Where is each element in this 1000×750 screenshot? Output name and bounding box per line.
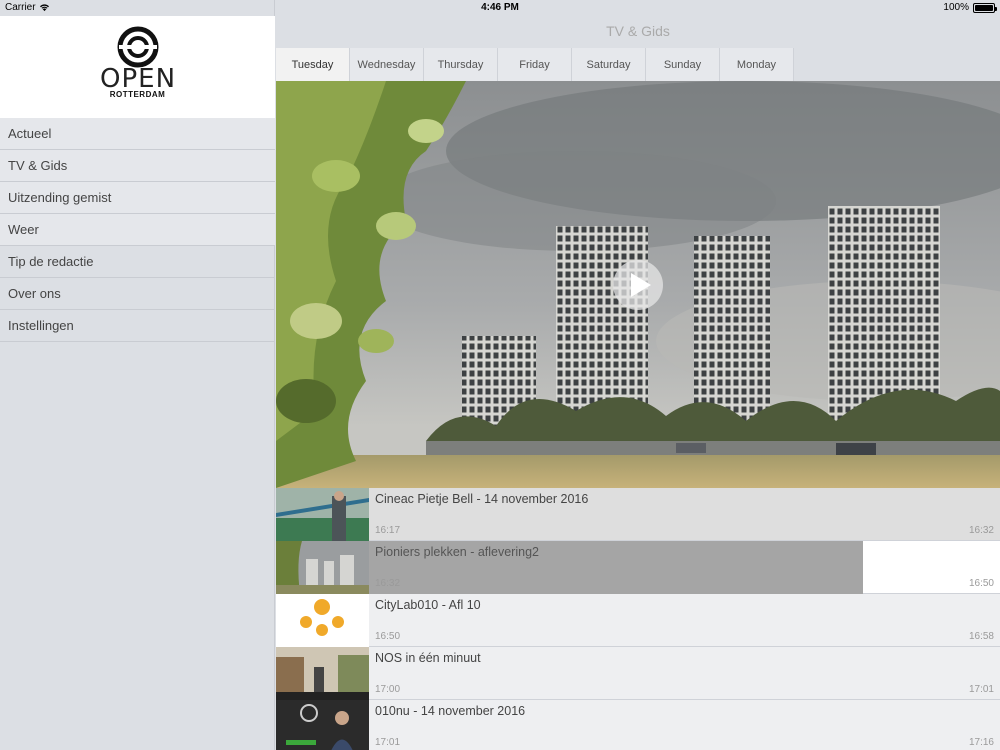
programme-title: Pioniers plekken - aflevering2	[375, 545, 539, 559]
play-icon	[630, 273, 651, 297]
page-title: TV & Gids	[276, 16, 1000, 48]
main-content: TV & Gids Tuesday Wednesday Thursday Fri…	[276, 0, 1000, 750]
programme-end-time: 16:50	[968, 578, 994, 589]
tab-wednesday[interactable]: Wednesday	[350, 48, 424, 81]
open-rotterdam-logo[interactable]: OPEN ROTTERDAM	[100, 26, 175, 106]
programme-thumbnail	[276, 488, 369, 541]
sidebar-menu: Actueel TV & Gids Uitzending gemist Weer…	[0, 118, 275, 342]
sidebar-item-instellingen[interactable]: Instellingen	[0, 310, 275, 342]
programme-end-time: 16:32	[968, 525, 994, 536]
programme-title: 010nu - 14 november 2016	[375, 704, 526, 718]
programme-end-time: 17:01	[968, 684, 994, 695]
logo-ring-icon	[117, 26, 158, 68]
sidebar: OPEN ROTTERDAM Actueel TV & Gids Uitzend…	[0, 0, 275, 750]
programme-end-time: 17:16	[968, 737, 994, 748]
programme-start-time: 17:01	[375, 737, 401, 748]
tab-friday[interactable]: Friday	[498, 48, 572, 81]
programme-list: Cineac Pietje Bell - 14 november 2016 16…	[276, 488, 1000, 750]
tab-monday[interactable]: Monday	[720, 48, 794, 81]
logo-area: OPEN ROTTERDAM	[0, 16, 275, 118]
programme-thumbnail	[276, 700, 369, 750]
sidebar-item-actueel[interactable]: Actueel	[0, 118, 275, 150]
logo-word: OPEN	[100, 64, 177, 94]
sidebar-item-tv-gids[interactable]: TV & Gids	[0, 150, 275, 182]
programme-start-time: 16:50	[375, 631, 401, 642]
sidebar-item-tip-de-redactie[interactable]: Tip de redactie	[0, 246, 275, 278]
programme-start-time: 16:17	[375, 525, 401, 536]
programme-thumbnail	[276, 594, 369, 647]
programme-row[interactable]: Cineac Pietje Bell - 14 november 2016 16…	[276, 488, 1000, 541]
programme-row[interactable]: NOS in één minuut 17:00 17:01	[276, 647, 1000, 700]
play-button[interactable]	[613, 260, 663, 310]
programme-start-time: 17:00	[375, 684, 401, 695]
programme-thumbnail	[276, 541, 369, 594]
programme-title: CityLab010 - Afl 10	[375, 598, 481, 612]
tab-tuesday[interactable]: Tuesday	[276, 48, 350, 81]
programme-row[interactable]: CityLab010 - Afl 10 16:50 16:58	[276, 594, 1000, 647]
sidebar-item-weer[interactable]: Weer	[0, 214, 275, 246]
day-tabs: Tuesday Wednesday Thursday Friday Saturd…	[276, 48, 1000, 81]
logo-city: ROTTERDAM	[109, 90, 166, 99]
tab-sunday[interactable]: Sunday	[646, 48, 720, 81]
programme-title: Cineac Pietje Bell - 14 november 2016	[375, 492, 589, 506]
sidebar-item-over-ons[interactable]: Over ons	[0, 278, 275, 310]
programme-row[interactable]: Pioniers plekken - aflevering2 16:32 16:…	[276, 541, 1000, 594]
programme-start-time: 16:32	[375, 578, 401, 589]
programme-title: NOS in één minuut	[375, 651, 481, 665]
programme-end-time: 16:58	[968, 631, 994, 642]
programme-thumbnail	[276, 647, 369, 700]
tab-saturday[interactable]: Saturday	[572, 48, 646, 81]
sidebar-item-uitzending-gemist[interactable]: Uitzending gemist	[0, 182, 275, 214]
tab-thursday[interactable]: Thursday	[424, 48, 498, 81]
programme-row[interactable]: 010nu - 14 november 2016 17:01 17:16	[276, 700, 1000, 750]
video-player[interactable]	[276, 81, 1000, 488]
